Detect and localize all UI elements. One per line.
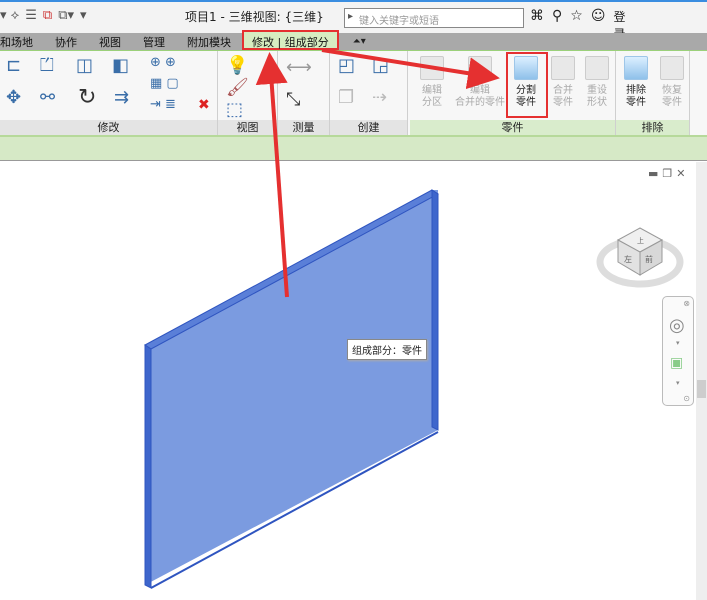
- hover-tooltip: 组成部分：零件: [347, 339, 427, 360]
- red-arrow-up: [255, 52, 289, 298]
- wall-part-plate[interactable]: [145, 190, 438, 585]
- chevron-down-icon[interactable]: ▾: [676, 339, 680, 347]
- viewcube-front: 前: [645, 254, 653, 264]
- navbar-options-icon[interactable]: ⊙: [683, 394, 690, 403]
- navigation-bar: ⊗ ◎ ▾ ▣ ▾ ⊙: [662, 296, 694, 406]
- viewport-graphics: 上 左 前: [144, 48, 684, 589]
- viewcube[interactable]: 上 左 前: [596, 227, 684, 288]
- chevron-down-icon[interactable]: ▾: [676, 379, 680, 387]
- steering-wheel-icon[interactable]: ◎: [669, 315, 685, 336]
- red-arrow-right: [321, 48, 500, 90]
- zoom-region-icon[interactable]: ▣: [670, 355, 683, 371]
- close-navbar-icon[interactable]: ⊗: [683, 299, 690, 308]
- viewcube-left: 左: [624, 254, 632, 264]
- viewcube-top: 上: [637, 236, 644, 245]
